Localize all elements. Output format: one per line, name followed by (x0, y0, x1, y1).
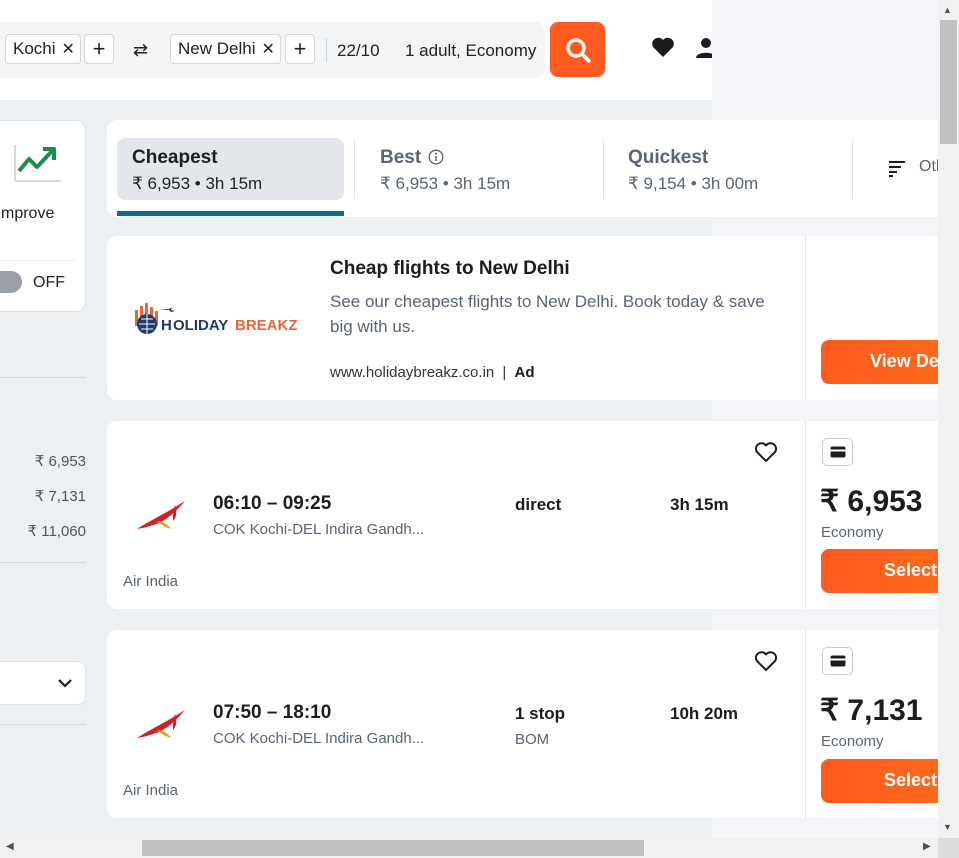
divider (852, 139, 853, 199)
ad-separator: | (502, 364, 507, 381)
svg-text:OLIDAY: OLIDAY (173, 317, 228, 334)
ad-title[interactable]: Cheap flights to New Delhi (330, 258, 570, 280)
tab-best[interactable]: Best ₹ 6,953 • 3h 15m (365, 138, 595, 200)
remove-destination-icon[interactable]: ✕ (261, 39, 274, 59)
flight-duration: 3h 15m (670, 495, 729, 514)
top-bar: Kochi ✕ + ⇄ New Delhi ✕ + 22/10 1 adult,… (0, 0, 716, 100)
search-button[interactable] (550, 22, 605, 77)
add-destination-button[interactable]: + (285, 34, 315, 64)
search-form: Kochi ✕ + ⇄ New Delhi ✕ + 22/10 1 adult,… (0, 22, 545, 78)
sidebar-price[interactable]: ₹ 6,953 (35, 452, 86, 470)
toggle-state-label: OFF (33, 274, 65, 291)
scroll-thumb[interactable] (142, 840, 644, 856)
divider (0, 377, 86, 378)
divider (354, 139, 355, 199)
tab-other[interactable]: Oth (872, 138, 947, 200)
divider (0, 562, 86, 563)
sidebar-price[interactable]: ₹ 7,131 (35, 487, 86, 505)
active-tab-indicator (117, 211, 344, 216)
origin-chip[interactable]: Kochi ✕ (5, 34, 81, 64)
divider (326, 38, 327, 62)
scroll-up-arrow-icon[interactable]: ▲ (943, 5, 952, 15)
ad-url-line: www.holidaybreakz.co.in | Ad (330, 364, 535, 381)
sidebar-dropdown[interactable] (0, 661, 86, 705)
destination-chip[interactable]: New Delhi ✕ (170, 34, 281, 64)
trend-icon (14, 145, 61, 182)
tab-subtitle: ₹ 6,953 • 3h 15m (132, 174, 263, 193)
tab-cheapest[interactable]: Cheapest ₹ 6,953 • 3h 15m (117, 138, 344, 200)
select-button[interactable]: Select (821, 549, 951, 593)
tab-quickest[interactable]: Quickest ₹ 9,154 • 3h 00m (613, 138, 843, 200)
scroll-thumb[interactable] (940, 20, 957, 144)
scroll-left-arrow-icon[interactable]: ◀ (6, 841, 14, 852)
divider (603, 139, 604, 199)
svg-text:BREAKZ: BREAKZ (235, 317, 298, 334)
flight-stops: direct (515, 495, 562, 514)
destination-label: New Delhi (178, 39, 256, 58)
tab-title: Cheapest (132, 147, 218, 168)
divider (1, 260, 75, 261)
remove-origin-icon[interactable]: ✕ (62, 39, 75, 59)
filter-icon (889, 161, 905, 177)
sort-tabs: Cheapest ₹ 6,953 • 3h 15m Best ₹ 6,953 •… (107, 120, 947, 217)
heart-icon[interactable] (651, 36, 675, 58)
airline-logo (137, 710, 185, 738)
horizontal-scrollbar[interactable]: ◀ ▶ (0, 838, 938, 858)
flight-times: 06:10 – 09:25 (213, 493, 332, 514)
flight-times: 07:50 – 18:10 (213, 702, 332, 723)
divider (805, 630, 806, 818)
flight-stops: 1 stop (515, 704, 566, 723)
airline-logo (137, 501, 185, 529)
scroll-down-arrow-icon[interactable]: ▼ (943, 822, 952, 832)
flight-route: COK Kochi-DEL Indira Gandh... (213, 521, 425, 538)
add-origin-button[interactable]: + (84, 34, 114, 64)
date-field[interactable]: 22/10 (337, 41, 380, 61)
price-alert-text: mprove (1, 205, 55, 222)
flight-result-card[interactable]: 07:50 – 18:10 COK Kochi-DEL Indira Gandh… (107, 630, 951, 818)
svg-text:H: H (161, 317, 172, 334)
cabin-class: Economy (821, 733, 884, 750)
flight-result-card[interactable]: 06:10 – 09:25 COK Kochi-DEL Indira Gandh… (107, 421, 951, 609)
search-icon (565, 37, 591, 63)
ad-url[interactable]: www.holidaybreakz.co.in (330, 364, 494, 381)
flight-duration: 10h 20m (670, 704, 739, 723)
sidebar-price[interactable]: ₹ 11,060 (28, 522, 86, 540)
ad-description: See our cheapest flights to New Delhi. B… (330, 292, 765, 336)
card-icon (822, 438, 853, 466)
price-alert-toggle[interactable] (0, 271, 22, 293)
heart-icon[interactable] (754, 650, 778, 672)
view-deal-button[interactable]: View Deal (821, 340, 951, 384)
flight-price: ₹ 6,953 (820, 485, 923, 518)
ad-badge: Ad (514, 364, 535, 381)
divider (805, 236, 806, 400)
tab-subtitle: ₹ 6,953 • 3h 15m (380, 174, 511, 193)
tab-title: Quickest (628, 147, 709, 168)
divider (805, 421, 806, 609)
ad-card[interactable]: H OLIDAY BREAKZ Cheap flights to New Del… (107, 236, 951, 400)
vertical-scrollbar[interactable]: ▲ ▼ (938, 0, 959, 838)
scrollbar-corner (938, 838, 959, 858)
tab-title: Best (380, 147, 422, 168)
chevron-down-icon (58, 679, 72, 688)
airline-name: Air India (123, 573, 179, 590)
card-icon (822, 647, 853, 675)
airline-name: Air India (123, 782, 179, 799)
origin-label: Kochi (13, 39, 56, 58)
scroll-right-arrow-icon[interactable]: ▶ (923, 841, 931, 852)
stop-airport: BOM (515, 731, 550, 748)
heart-icon[interactable] (754, 441, 778, 463)
flight-price: ₹ 7,131 (820, 694, 923, 727)
divider (0, 724, 86, 725)
holidaybreakz-logo: H OLIDAY BREAKZ (135, 303, 298, 334)
flight-route: COK Kochi-DEL Indira Gandh... (213, 730, 425, 747)
travellers-field[interactable]: 1 adult, Economy (405, 41, 536, 61)
swap-icon[interactable]: ⇄ (133, 40, 148, 61)
cabin-class: Economy (821, 524, 884, 541)
tab-subtitle: ₹ 9,154 • 3h 00m (628, 174, 759, 193)
info-icon[interactable] (428, 149, 444, 165)
select-button[interactable]: Select (821, 759, 951, 803)
